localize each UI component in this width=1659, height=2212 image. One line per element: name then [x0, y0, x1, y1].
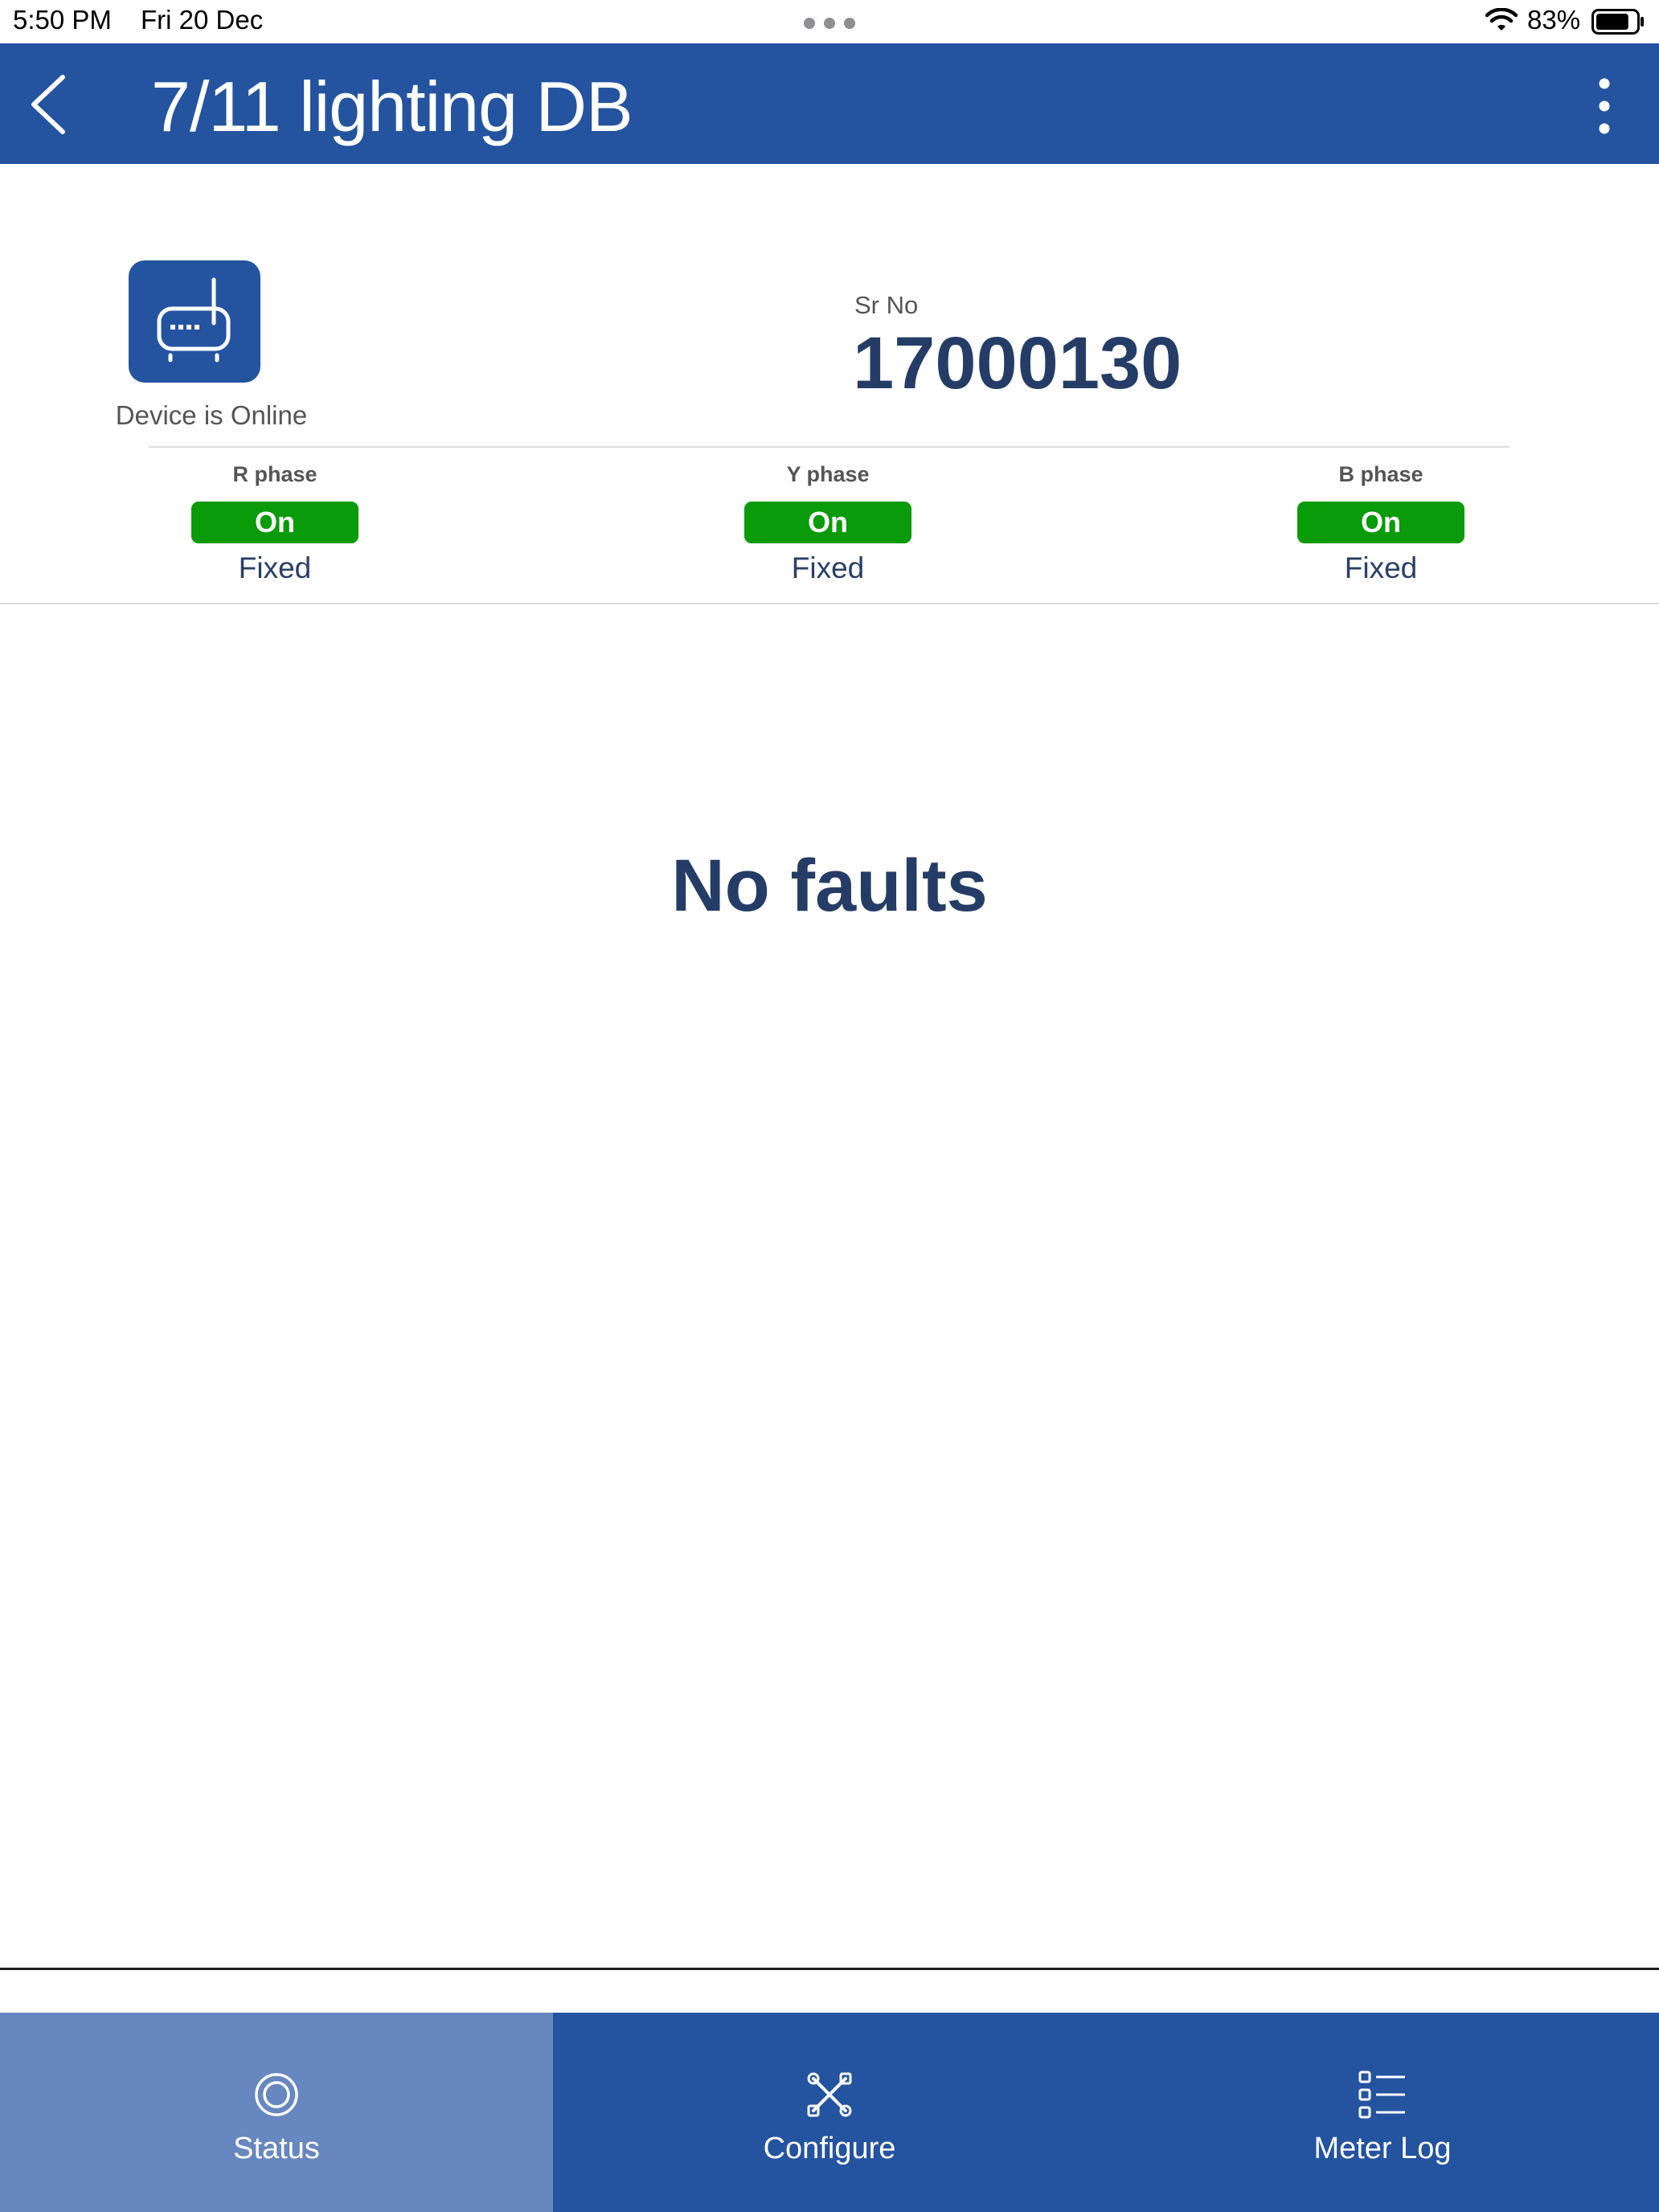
- serial-number-label: Sr No: [854, 291, 919, 319]
- battery-icon: [1591, 9, 1644, 35]
- chevron-left-icon[interactable]: [24, 74, 76, 135]
- list-icon: [1358, 2071, 1405, 2119]
- more-vertical-icon[interactable]: [1580, 76, 1628, 137]
- target-icon: [255, 2073, 298, 2116]
- app-header: 7/11 lighting DB: [0, 43, 1659, 164]
- status-date: Fri 20 Dec: [141, 5, 264, 35]
- status-time: 5:50 PM: [13, 5, 112, 35]
- tab-configure[interactable]: Configure: [553, 2013, 1106, 2212]
- router-icon: [157, 277, 231, 363]
- tab-meter-log[interactable]: Meter Log: [1106, 2013, 1659, 2212]
- phase-state-badge: On: [191, 502, 358, 543]
- phase-mode: Fixed: [791, 551, 865, 584]
- wifi-icon: [1485, 8, 1518, 31]
- tab-status[interactable]: Status: [0, 2013, 553, 2212]
- serial-number-value: 17000130: [853, 322, 1182, 404]
- phase-mode: Fixed: [1344, 551, 1418, 584]
- tab-label: Meter Log: [1313, 2132, 1452, 2165]
- battery-percent: 83%: [1527, 5, 1581, 35]
- divider: [149, 446, 1509, 448]
- tab-label: Configure: [763, 2132, 896, 2165]
- device-status-text: Device is Online: [115, 400, 308, 430]
- phase-r: R phase On Fixed: [178, 458, 371, 585]
- phase-b: B phase On Fixed: [1284, 458, 1477, 585]
- phase-label: R phase: [232, 462, 317, 486]
- status-bar: 5:50 PM Fri 20 Dec 83%: [0, 0, 1659, 43]
- divider: [0, 603, 1659, 604]
- phase-state-badge: On: [1297, 502, 1464, 543]
- phase-label: B phase: [1338, 462, 1423, 486]
- phase-label: Y phase: [786, 462, 870, 486]
- device-card-icon: [129, 260, 260, 383]
- tools-icon: [807, 2072, 852, 2117]
- phase-state-badge: On: [744, 502, 911, 543]
- multitask-dots-icon[interactable]: [804, 18, 855, 29]
- page-title: 7/11 lighting DB: [151, 67, 633, 146]
- content-bottom-border: [0, 1968, 1659, 1970]
- phase-mode: Fixed: [238, 551, 312, 584]
- tab-bar: Status Configure Meter Log: [0, 2013, 1659, 2212]
- phase-y: Y phase On Fixed: [731, 458, 924, 585]
- tab-label: Status: [233, 2132, 320, 2165]
- no-faults-message: No faults: [671, 845, 988, 927]
